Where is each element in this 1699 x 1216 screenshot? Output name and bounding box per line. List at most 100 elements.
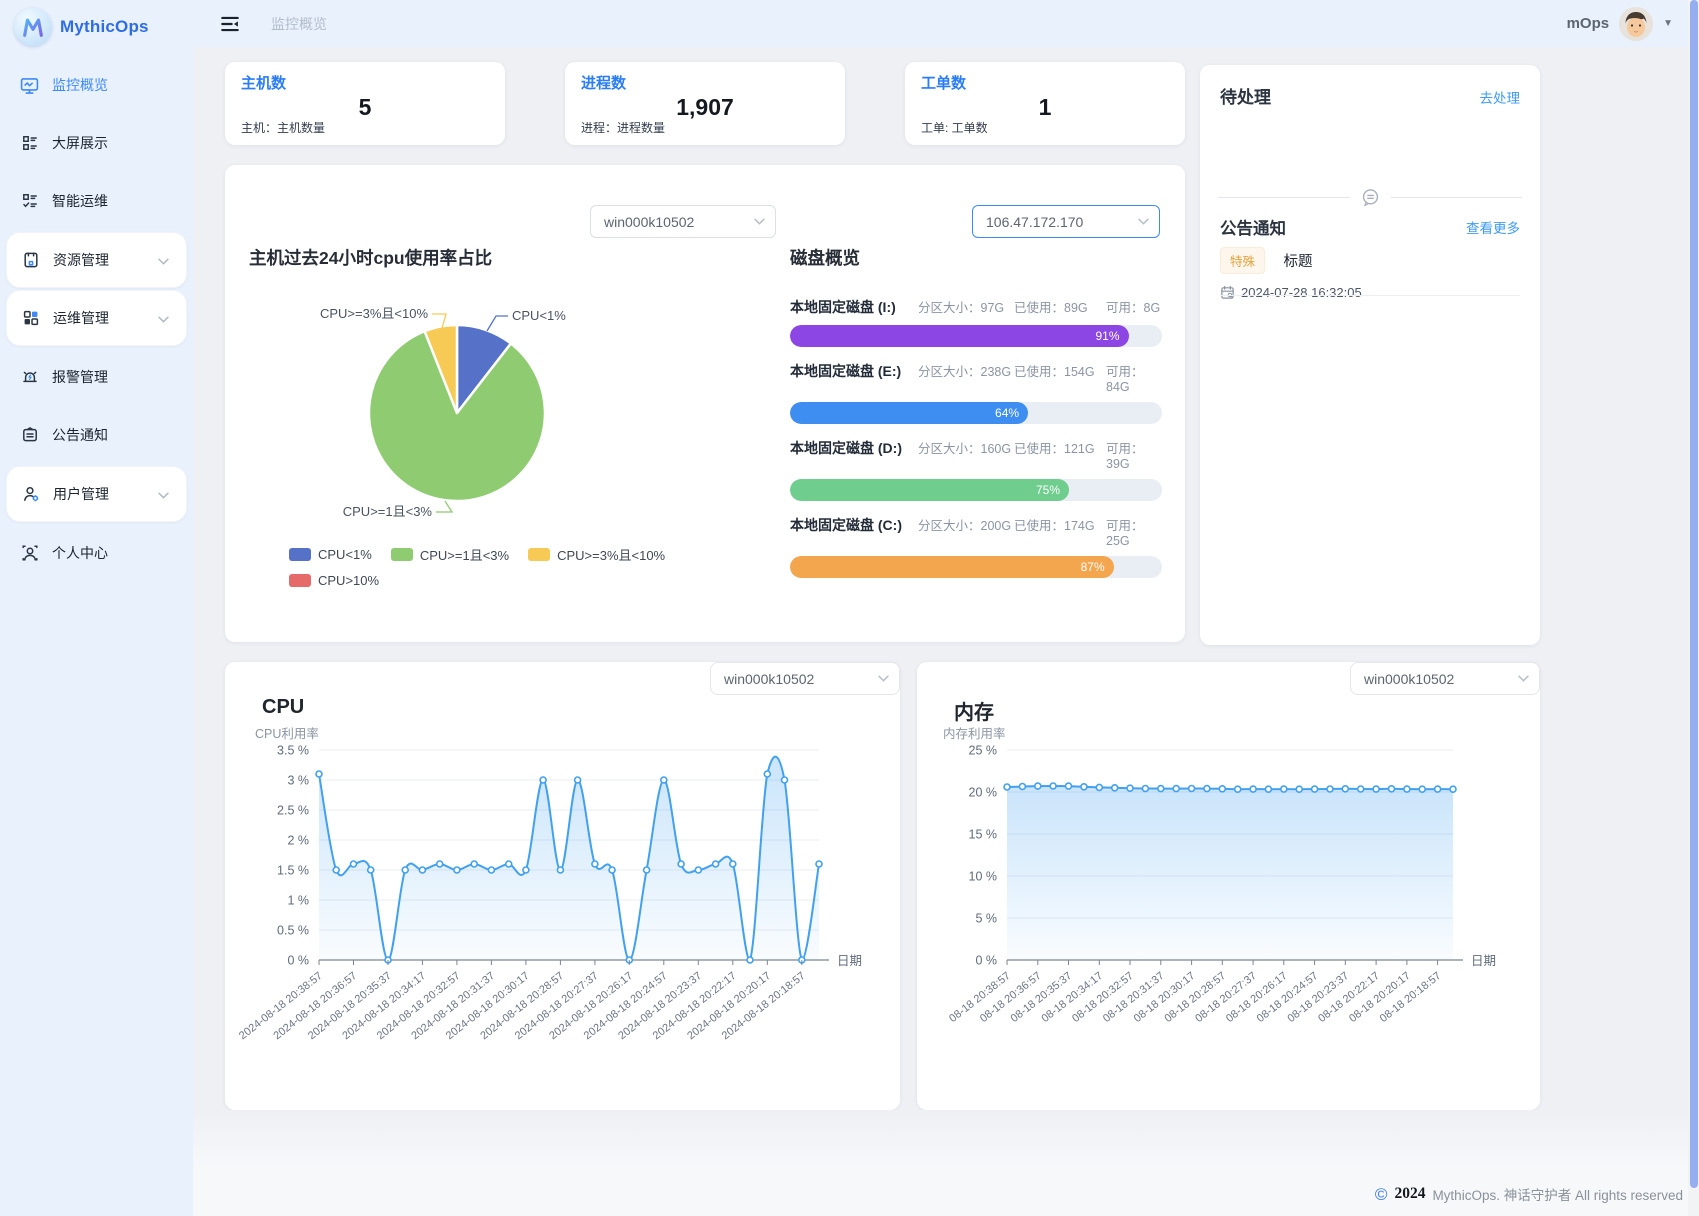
copyright-icon: ©	[1374, 1184, 1388, 1204]
notice-divider	[1220, 295, 1520, 296]
sidebar-item-smart-ops[interactable]: 智能运维	[0, 172, 193, 230]
avatar[interactable]	[1619, 6, 1654, 41]
notebook-icon	[21, 251, 40, 270]
sidebar-item-label: 公告通知	[52, 427, 108, 443]
sidebar-item-alarm-mgmt[interactable]: 报警管理	[0, 348, 193, 406]
legend-swatch	[289, 548, 311, 561]
disk-row: 本地固定磁盘 (E:) 分区大小：238G 已使用：154G 可用：84G 64%	[790, 361, 1162, 424]
pie-slices	[367, 323, 547, 503]
copyright: © 2024 MythicOps. 神话守护者 All rights reser…	[1375, 1184, 1683, 1204]
sidebar-item-label: 用户管理	[53, 486, 109, 502]
pie-callout-label: CPU<1%	[512, 308, 566, 323]
cpu-usage-pie-chart: CPU>=3%且<10% CPU<1% CPU>=1且<3%	[320, 306, 566, 519]
chevron-down-icon	[878, 675, 889, 682]
legend-label: CPU>10%	[318, 573, 380, 588]
pie-host-select-value: win000k10502	[604, 213, 695, 230]
todo-title: 待处理	[1220, 88, 1271, 107]
chevron-down-icon	[158, 252, 170, 268]
sidebar-item-monitor-overview[interactable]: 监控概览	[0, 56, 193, 114]
notice-action-link[interactable]: 查看更多	[1466, 217, 1520, 237]
sidebar-item-profile[interactable]: 个人中心	[0, 524, 193, 582]
todo-action-link[interactable]: 去处理	[1480, 87, 1521, 107]
sidebar-menu: 监控概览 大屏展示 智能运维 资源管理 运维管理 报警管理 公告通知 用户管理 …	[0, 50, 193, 582]
svg-text:10 %: 10 %	[969, 870, 998, 884]
memory-host-select[interactable]: win000k10502	[1350, 662, 1540, 695]
brand-header[interactable]: MythicOps	[0, 0, 193, 50]
chevron-down-icon	[1518, 675, 1529, 682]
stat-desc: 进程：进程数量	[581, 121, 666, 135]
sidebar-item-ops-mgmt[interactable]: 运维管理	[6, 290, 187, 346]
cpu-host-select[interactable]: win000k10502	[710, 662, 900, 695]
disk-percent: 87%	[1080, 560, 1105, 574]
cpu-chart-card: win000k10502 CPU 0 % 0.5 % 1 % 1.5 % 2 % 2.5 …	[225, 662, 900, 1110]
svg-text:3.5 %: 3.5 %	[277, 744, 309, 758]
disk-name: 本地固定磁盘 (C:)	[790, 517, 902, 533]
disk-ip-select[interactable]: 106.47.172.170	[972, 205, 1160, 238]
notice-title: 公告通知	[1220, 220, 1286, 238]
user-menu-caret-icon[interactable]: ▼	[1663, 18, 1673, 29]
copyright-year: 2024	[1394, 1185, 1426, 1202]
stat-title: 主机数	[241, 75, 287, 92]
pie-legend: CPU<1% CPU>=1且<3% CPU>=3%且<10% CPU>10%	[289, 545, 679, 588]
disk-ip-select-value: 106.47.172.170	[986, 213, 1084, 230]
scrollbar-thumb[interactable]	[1689, 0, 1698, 1188]
sidebar: MythicOps 监控概览 大屏展示 智能运维 资源管理 运维管理 报警管理	[0, 0, 193, 1216]
breadcrumb: 监控概览	[271, 15, 327, 32]
overview-card: win000k10502 106.47.172.170 主机过去24小时cpu使…	[225, 165, 1185, 642]
screen-list-icon	[20, 134, 39, 153]
disk-size: 分区大小：238G	[918, 365, 1012, 379]
brand-name: MythicOps	[60, 17, 149, 36]
svg-text:2 %: 2 %	[287, 834, 309, 848]
sidebar-item-user-mgmt[interactable]: 用户管理	[6, 466, 187, 522]
notice-item-title: 标题	[1283, 254, 1313, 270]
svg-text:20 %: 20 %	[969, 786, 998, 800]
cpu-host-select-value: win000k10502	[724, 670, 815, 687]
svg-text:CPU利用率: CPU利用率	[255, 726, 319, 741]
legend-swatch	[390, 548, 413, 561]
empty-divider	[1218, 187, 1522, 208]
disk-name: 本地固定磁盘 (E:)	[790, 363, 902, 379]
disk-used: 已使用：89G	[1014, 301, 1088, 315]
disk-percent: 64%	[995, 406, 1020, 420]
disk-row: 本地固定磁盘 (D:) 分区大小：160G 已使用：121G 可用：39G 75%	[790, 438, 1162, 501]
legend-item[interactable]: CPU>10%	[289, 573, 679, 588]
stat-title: 工单数	[921, 75, 967, 92]
user-circle-icon	[20, 544, 39, 563]
legend-label: CPU>=1且<3%	[419, 548, 510, 563]
legend-item[interactable]: CPU>=1且<3%	[390, 545, 510, 564]
chevron-down-icon	[1138, 218, 1149, 225]
svg-text:1.5 %: 1.5 %	[277, 864, 309, 878]
disk-name: 本地固定磁盘 (I:)	[790, 299, 896, 315]
notice-list-item[interactable]: 特殊 标题 2024-07-28 16:32:05	[1220, 247, 1520, 300]
todo-notice-panel: 待处理 去处理 公告通知 查看更多 特殊 标题 2024-07-28 16:32…	[1200, 65, 1540, 645]
svg-text:3 %: 3 %	[287, 774, 309, 788]
svg-text:5 %: 5 %	[975, 912, 997, 926]
disk-name: 本地固定磁盘 (D:)	[790, 440, 902, 456]
svg-text:内存利用率: 内存利用率	[943, 726, 1006, 741]
sidebar-fold-icon[interactable]	[219, 13, 241, 35]
pie-callout-label: CPU>=3%且<10%	[320, 306, 428, 321]
disk-free: 可用：84G	[1106, 365, 1144, 394]
sidebar-item-big-screen[interactable]: 大屏展示	[0, 114, 193, 172]
pie-callout-label: CPU>=1且<3%	[343, 504, 433, 519]
calendar-icon	[1221, 285, 1234, 299]
disk-progress-track: 91%	[790, 325, 1162, 347]
sidebar-item-resource-mgmt[interactable]: 资源管理	[6, 232, 187, 288]
legend-swatch	[289, 574, 311, 587]
sidebar-item-announcements[interactable]: 公告通知	[0, 406, 193, 464]
disk-size: 分区大小：200G	[918, 519, 1012, 533]
sidebar-item-label: 大屏展示	[52, 135, 108, 151]
task-list-icon	[20, 192, 39, 211]
grid-icon	[21, 309, 40, 328]
pie-chart-title: 主机过去24小时cpu使用率占比	[249, 248, 493, 268]
legend-item[interactable]: CPU>=3%且<10%	[528, 545, 665, 564]
disk-size: 分区大小：97G	[918, 301, 1005, 315]
disk-used: 已使用：121G	[1014, 442, 1095, 456]
disk-percent: 75%	[1035, 483, 1060, 497]
legend-item[interactable]: CPU<1%	[289, 545, 372, 564]
disk-free: 可用：39G	[1106, 442, 1144, 471]
disk-row: 本地固定磁盘 (I:) 分区大小：97G 已使用：89G 可用：8G 91%	[790, 297, 1162, 347]
disk-used: 已使用：174G	[1014, 519, 1095, 533]
pie-host-select[interactable]: win000k10502	[590, 205, 776, 238]
svg-text:25 %: 25 %	[969, 744, 998, 758]
